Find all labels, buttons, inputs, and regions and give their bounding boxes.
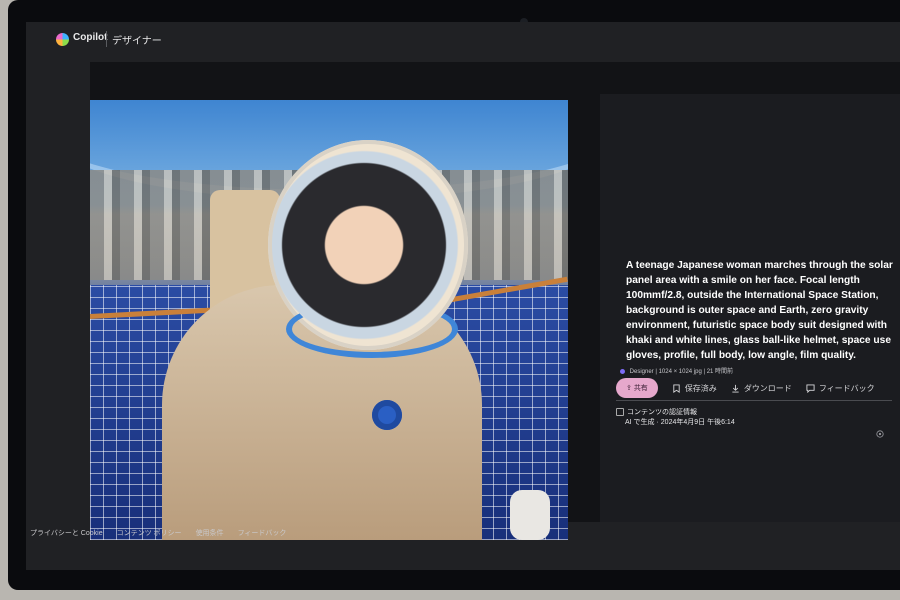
footer-link-privacy[interactable]: プライバシーと Cookie — [30, 528, 103, 538]
prompt-text: A teenage Japanese woman marches through… — [626, 260, 893, 361]
screen: Copilot デザイナー A teenage Japanese woman m… — [26, 22, 900, 570]
content-credentials[interactable]: コンテンツの認証情報 AI で生成 · 2024年4月9日 午後6:14 — [616, 408, 735, 428]
feedback-label: フィードバック — [818, 383, 875, 393]
product-name[interactable]: デザイナー — [112, 32, 162, 47]
bookmark-icon — [673, 383, 680, 393]
footer-link-feedback[interactable]: フィードバック — [238, 528, 287, 538]
meta-time: 21 時間前 — [706, 369, 734, 375]
footer-links: プライバシーと Cookie コンテンツ ポリシー 使用条件 フィードバック — [30, 528, 286, 538]
footer-link-terms[interactable]: 使用条件 — [196, 528, 224, 538]
header-separator — [106, 31, 107, 47]
designer-icon — [620, 368, 625, 374]
top-bar: Copilot デザイナー — [26, 22, 900, 62]
suit-valve — [372, 400, 402, 430]
download-label: ダウンロード — [743, 383, 792, 393]
share-icon: ⇪ — [626, 385, 634, 392]
created-line: AI で生成 · 2024年4月9日 午後6:14 — [625, 419, 735, 426]
saved-label: 保存済み — [684, 383, 717, 393]
generated-image[interactable] — [90, 100, 568, 540]
brand-name[interactable]: Copilot — [73, 32, 107, 43]
download-icon — [732, 384, 739, 393]
action-bar: ⇪ 共有 保存済み ダウンロード フィードバック — [616, 378, 875, 398]
share-label: 共有 — [633, 385, 648, 392]
footer-link-content-policy[interactable]: コンテンツ ポリシー — [117, 528, 182, 538]
eye-icon[interactable] — [876, 430, 884, 438]
credentials-label: コンテンツの認証情報 — [627, 409, 697, 416]
credentials-icon — [616, 408, 624, 417]
feedback-button[interactable]: フィードバック — [806, 383, 875, 394]
suit-collar — [286, 300, 458, 358]
comment-icon — [806, 383, 815, 393]
meta-source: Designer — [629, 369, 654, 375]
saved-button[interactable]: 保存済み — [672, 383, 717, 394]
astronaut-glove — [510, 490, 550, 540]
download-button[interactable]: ダウンロード — [731, 383, 792, 394]
image-meta: Designer | 1024 × 1024 jpg | 21 時間前 — [620, 366, 733, 375]
meta-size: 1024 × 1024 jpg — [658, 369, 702, 375]
copilot-logo-icon[interactable] — [56, 33, 69, 46]
details-divider — [616, 400, 892, 401]
share-button[interactable]: ⇪ 共有 — [616, 378, 658, 398]
